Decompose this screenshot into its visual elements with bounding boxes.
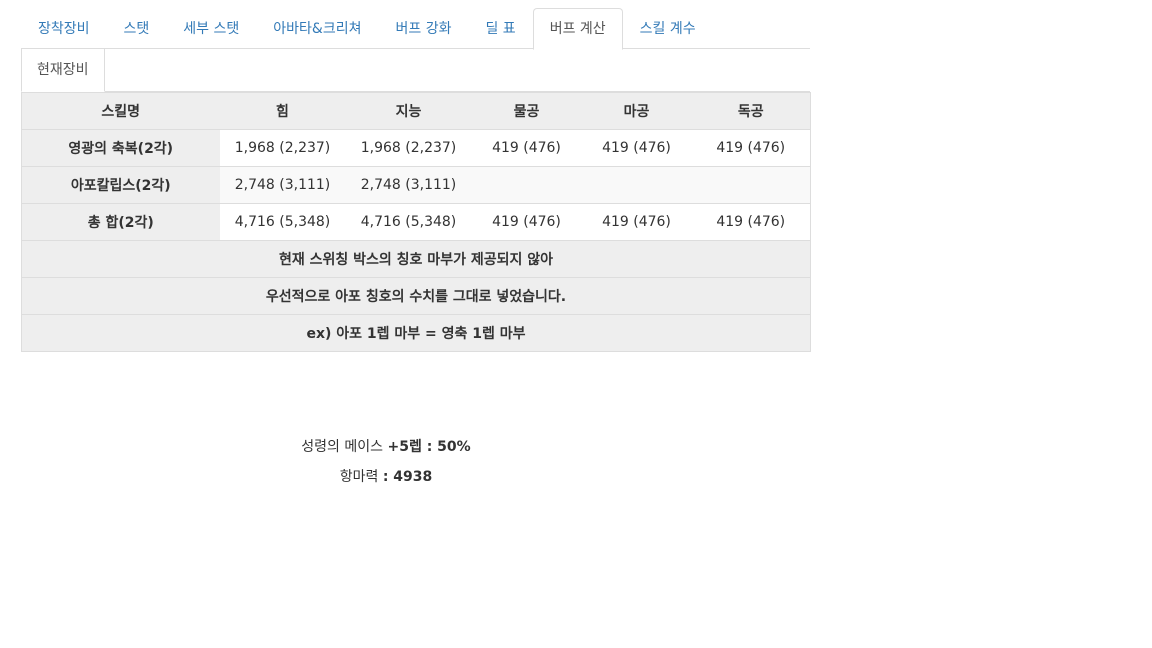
cell-value: 419 (476): [471, 129, 582, 167]
main-tab-bar: 장착장비 스탯 세부 스탯 아바타&크리쳐 버프 강화 딜 표 버프 계산 스킬…: [21, 8, 810, 50]
column-header-int: 지능: [345, 92, 472, 130]
column-header-skill: 스킬명: [21, 92, 220, 130]
mace-value: +5렙 : 50%: [387, 439, 471, 455]
cell-value: [581, 166, 692, 204]
cell-value: 419 (476): [581, 129, 692, 167]
tab-buff-enhance[interactable]: 버프 강화: [378, 8, 468, 49]
tab-detail-stats[interactable]: 세부 스탯: [166, 8, 256, 49]
note-row: 현재 스위칭 박스의 칭호 마부가 제공되지 않아: [21, 240, 811, 278]
column-header-phys-atk: 물공: [471, 92, 582, 130]
cell-value: 419 (476): [691, 203, 811, 241]
cell-value: [471, 166, 582, 204]
cell-value: 419 (476): [581, 203, 692, 241]
resist-info: 항마력 : 4938: [21, 466, 751, 486]
mace-label: 성령의 메이스: [301, 439, 388, 455]
row-name: 영광의 축복(2각): [21, 129, 220, 167]
note-text: ex) 아포 1렙 마부 = 영축 1렙 마부: [21, 314, 811, 352]
tab-stats[interactable]: 스탯: [107, 8, 167, 49]
row-name: 아포칼립스(2각): [21, 166, 220, 204]
column-header-mag-atk: 마공: [581, 92, 692, 130]
cell-value: 2,748 (3,111): [345, 166, 472, 204]
resist-value: : 4938: [382, 469, 433, 485]
column-header-indep-atk: 독공: [691, 92, 811, 130]
table-header-row: 스킬명 힘 지능 물공 마공 독공: [21, 92, 811, 130]
tab-buff-calc[interactable]: 버프 계산: [532, 8, 623, 50]
table-row-total: 총 합(2각) 4,716 (5,348) 4,716 (5,348) 419 …: [21, 203, 811, 241]
cell-value: 1,968 (2,237): [345, 129, 472, 167]
sub-tab-bar: 현재장비: [21, 49, 810, 92]
mace-info: 성령의 메이스 +5렙 : 50%: [21, 436, 751, 456]
cell-value: [691, 166, 811, 204]
cell-value: 2,748 (3,111): [219, 166, 346, 204]
tab-avatar-creature[interactable]: 아바타&크리쳐: [256, 8, 378, 49]
column-header-str: 힘: [219, 92, 346, 130]
tab-damage-table[interactable]: 딜 표: [468, 8, 532, 49]
note-row: ex) 아포 1렙 마부 = 영축 1렙 마부: [21, 314, 811, 352]
subtab-current-equipment[interactable]: 현재장비: [21, 49, 105, 92]
tab-equipment[interactable]: 장착장비: [21, 8, 107, 49]
note-text: 현재 스위칭 박스의 칭호 마부가 제공되지 않아: [21, 240, 811, 278]
buff-table: 스킬명 힘 지능 물공 마공 독공 영광의 축복(2각) 1,968 (2,23…: [21, 92, 811, 352]
row-name: 총 합(2각): [21, 203, 220, 241]
buff-calc-panel: 장착장비 스탯 세부 스탯 아바타&크리쳐 버프 강화 딜 표 버프 계산 스킬…: [21, 8, 811, 352]
tab-skill-coefficient[interactable]: 스킬 계수: [623, 8, 713, 49]
note-row: 우선적으로 아포 칭호의 수치를 그대로 넣었습니다.: [21, 277, 811, 315]
cell-value: 4,716 (5,348): [219, 203, 346, 241]
cell-value: 1,968 (2,237): [219, 129, 346, 167]
cell-value: 419 (476): [691, 129, 811, 167]
table-row: 아포칼립스(2각) 2,748 (3,111) 2,748 (3,111): [21, 166, 811, 204]
cell-value: 4,716 (5,348): [345, 203, 472, 241]
cell-value: 419 (476): [471, 203, 582, 241]
note-text: 우선적으로 아포 칭호의 수치를 그대로 넣었습니다.: [21, 277, 811, 315]
table-row: 영광의 축복(2각) 1,968 (2,237) 1,968 (2,237) 4…: [21, 129, 811, 167]
resist-label: 항마력: [339, 469, 383, 485]
